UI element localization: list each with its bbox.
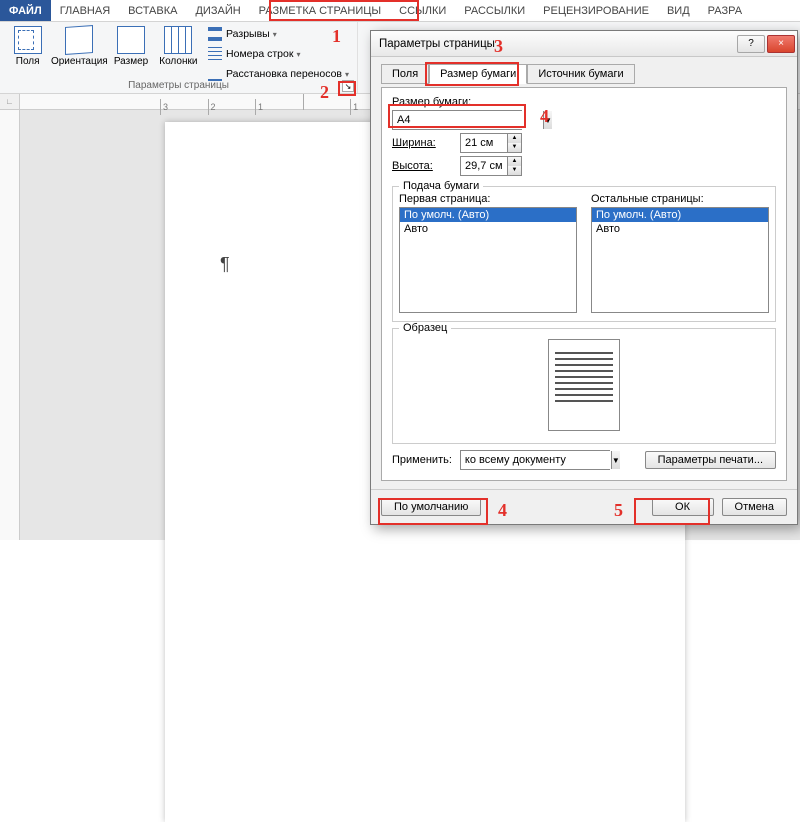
set-default-button[interactable]: По умолчанию <box>381 498 481 516</box>
first-page-listbox[interactable]: По умолч. (Авто) Авто <box>399 207 577 313</box>
tab-references[interactable]: ССЫЛКИ <box>390 0 455 21</box>
margins-button[interactable]: Поля <box>4 24 51 84</box>
group-page-setup: Поля Ориентация Размер Колонки Разрывы▾ <box>0 22 358 93</box>
breaks-label: Разрывы <box>226 28 270 40</box>
paragraph-mark: ¶ <box>220 254 230 275</box>
other-pages-label: Остальные страницы: <box>591 193 769 205</box>
height-label: Высота: <box>392 160 460 172</box>
apply-to-combo[interactable]: ▼ <box>460 450 610 470</box>
spin-down-icon[interactable]: ▼ <box>507 166 521 175</box>
ok-button[interactable]: ОК <box>652 498 714 516</box>
sample-legend: Образец <box>399 322 451 334</box>
help-button[interactable]: ? <box>737 35 765 53</box>
spin-up-icon[interactable]: ▲ <box>507 157 521 166</box>
spin-up-icon[interactable]: ▲ <box>507 134 521 143</box>
orientation-button[interactable]: Ориентация <box>51 24 107 84</box>
columns-button[interactable]: Колонки <box>155 24 202 84</box>
width-spinner[interactable]: ▲▼ <box>460 133 522 153</box>
paper-size-legend: Размер бумаги: <box>392 96 776 108</box>
line-numbers-label: Номера строк <box>226 48 293 60</box>
orientation-icon <box>65 25 93 55</box>
dialog-title: Параметры страницы <box>379 38 735 50</box>
tab-file[interactable]: ФАЙЛ <box>0 0 51 21</box>
tab-developer[interactable]: РАЗРА <box>699 0 751 21</box>
dialog-titlebar[interactable]: Параметры страницы ? × <box>371 31 797 57</box>
height-spinner[interactable]: ▲▼ <box>460 156 522 176</box>
ruler-mark: 3 <box>160 99 205 115</box>
group-page-setup-label: Параметры страницы <box>128 80 229 91</box>
ribbon-tabstrip: ФАЙЛ ГЛАВНАЯ ВСТАВКА ДИЗАЙН РАЗМЕТКА СТР… <box>0 0 800 22</box>
page-setup-dialog: Параметры страницы ? × Поля Размер бумаг… <box>370 30 798 525</box>
orientation-label: Ориентация <box>51 56 108 67</box>
list-item[interactable]: По умолч. (Авто) <box>400 208 576 222</box>
chevron-down-icon: ▾ <box>273 30 277 39</box>
spin-down-icon[interactable]: ▼ <box>507 143 521 152</box>
line-numbers-button[interactable]: Номера строк▾ <box>204 44 353 64</box>
size-icon <box>117 26 145 54</box>
columns-icon <box>164 26 192 54</box>
chevron-down-icon: ▾ <box>296 50 300 59</box>
chevron-down-icon[interactable]: ▼ <box>611 451 620 469</box>
print-options-button[interactable]: Параметры печати... <box>645 451 776 469</box>
tab-review[interactable]: РЕЦЕНЗИРОВАНИЕ <box>534 0 658 21</box>
list-item[interactable]: По умолч. (Авто) <box>592 208 768 222</box>
width-label: Ширина: <box>392 137 460 149</box>
paper-feed-legend: Подача бумаги <box>399 180 483 192</box>
tab-page-layout[interactable]: РАЗМЕТКА СТРАНИЦЫ <box>250 0 390 21</box>
columns-label: Колонки <box>159 56 197 67</box>
dialog-tab-paper[interactable]: Размер бумаги <box>429 64 527 84</box>
tab-home[interactable]: ГЛАВНАЯ <box>51 0 119 21</box>
breaks-icon <box>208 27 222 41</box>
other-pages-listbox[interactable]: По умолч. (Авто) Авто <box>591 207 769 313</box>
dialog-tab-source[interactable]: Источник бумаги <box>527 64 634 84</box>
size-label: Размер <box>114 56 148 67</box>
margins-icon <box>14 26 42 54</box>
tab-design[interactable]: ДИЗАЙН <box>186 0 249 21</box>
height-value[interactable] <box>461 157 507 175</box>
list-item[interactable]: Авто <box>400 222 576 236</box>
sample-preview <box>548 339 620 431</box>
dialog-tab-fields[interactable]: Поля <box>381 64 429 84</box>
dialog-tabs: Поля Размер бумаги Источник бумаги <box>381 63 787 83</box>
ruler-corner: ∟ <box>0 94 20 110</box>
tab-insert[interactable]: ВСТАВКА <box>119 0 186 21</box>
size-button[interactable]: Размер <box>107 24 154 84</box>
ruler-mark: 1 <box>255 99 300 115</box>
close-button[interactable]: × <box>767 35 795 53</box>
vertical-ruler[interactable] <box>0 110 20 540</box>
margins-label: Поля <box>16 56 40 67</box>
chevron-down-icon[interactable]: ▼ <box>543 111 552 129</box>
apply-to-value[interactable] <box>461 451 611 469</box>
paper-size-combo[interactable]: ▼ <box>392 110 522 130</box>
ruler-mark: 2 <box>208 99 253 115</box>
cancel-button[interactable]: Отмена <box>722 498 787 516</box>
page-setup-launcher[interactable]: ↘ <box>342 80 354 92</box>
paper-size-value[interactable] <box>393 111 543 129</box>
first-page-label: Первая страница: <box>399 193 577 205</box>
ruler-mark <box>303 94 348 110</box>
apply-to-label: Применить: <box>392 454 452 466</box>
tab-view[interactable]: ВИД <box>658 0 699 21</box>
tab-mailings[interactable]: РАССЫЛКИ <box>455 0 534 21</box>
breaks-button[interactable]: Разрывы▾ <box>204 24 353 44</box>
line-numbers-icon <box>208 47 222 61</box>
width-value[interactable] <box>461 134 507 152</box>
list-item[interactable]: Авто <box>592 222 768 236</box>
